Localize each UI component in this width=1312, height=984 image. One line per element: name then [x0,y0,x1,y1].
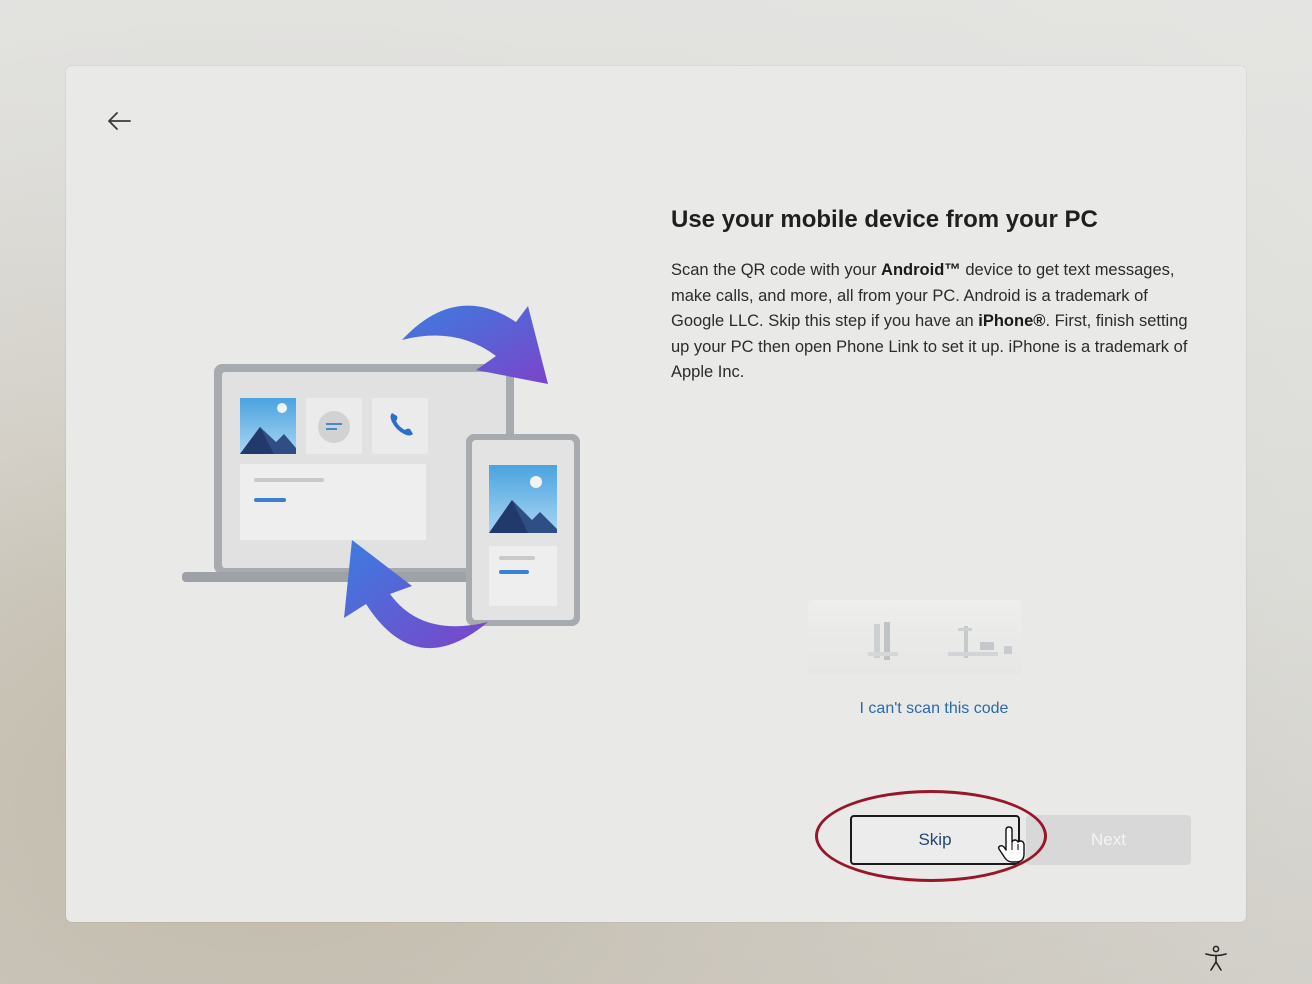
accessibility-icon[interactable] [1202,944,1230,972]
page-description: Scan the QR code with your Android™ devi… [671,258,1191,386]
hand-pointer-cursor [997,826,1025,863]
back-arrow-icon [108,112,131,130]
desc-iphone: iPhone® [978,312,1046,331]
desc-text-1: Scan the QR code with your [671,261,882,279]
skip-button[interactable]: Skip [850,815,1020,865]
desc-android: Android™ [881,261,961,279]
phone-graphic [466,434,580,626]
qr-code-fragment [868,622,1012,660]
cant-scan-link[interactable]: I can't scan this code [830,700,1038,718]
next-button[interactable]: Next [1026,815,1191,865]
phone-link-illustration [182,305,580,649]
page-title: Use your mobile device from your PC [671,206,1098,233]
qr-code [808,600,1022,674]
back-button[interactable] [100,102,138,140]
